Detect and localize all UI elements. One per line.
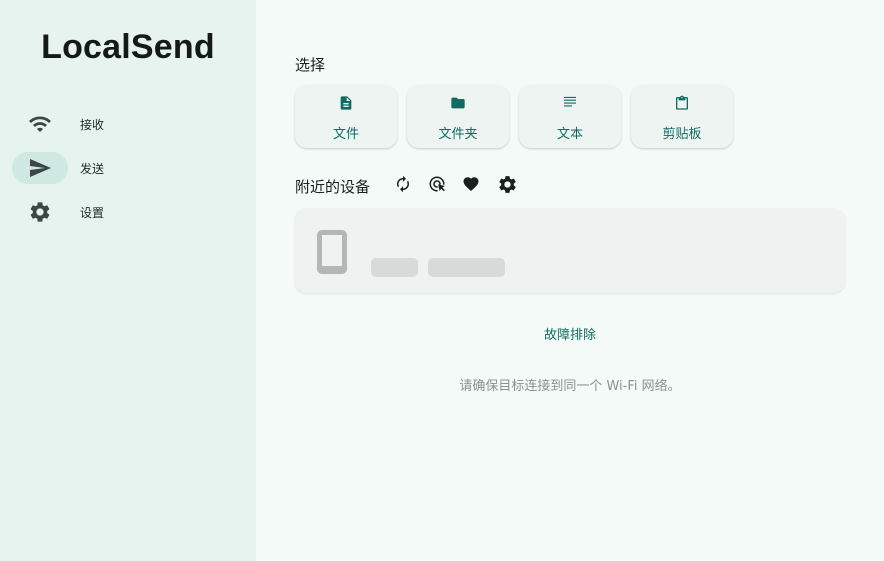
sidebar-item-receive[interactable]: 接收 [12, 108, 242, 142]
device-icon-wrap [317, 230, 347, 274]
sidebar-item-label: 设置 [80, 206, 105, 220]
sidebar-item-send[interactable]: 发送 [12, 152, 242, 186]
pick-folder-button[interactable]: 文件夹 [407, 85, 509, 148]
pick-text-button[interactable]: 文本 [519, 85, 621, 148]
sidebar: LocalSend 接收 发送 设置 [0, 0, 256, 561]
device-placeholder-card [295, 208, 845, 293]
refresh-icon [397, 175, 409, 193]
gear-icon [498, 175, 516, 193]
pick-clipboard-button[interactable]: 剪贴板 [631, 85, 733, 148]
selection-title: 选择 [295, 56, 326, 74]
sidebar-item-label: 发送 [80, 162, 105, 176]
skeleton-chip [371, 258, 418, 277]
troubleshoot-link[interactable]: 故障排除 [0, 324, 884, 343]
phone-icon [317, 230, 347, 274]
clipboard-icon [676, 95, 688, 110]
file-icon [340, 96, 352, 110]
nearby-title: 附近的设备 [295, 178, 371, 196]
nav-pill-active [12, 152, 68, 184]
pick-button-label: 文本 [556, 127, 583, 142]
heart-icon [463, 177, 479, 192]
folder-icon [451, 97, 465, 109]
refresh-button[interactable] [392, 173, 414, 195]
gear-icon [30, 202, 50, 222]
wifi-icon [29, 116, 51, 132]
pick-button-label: 文件 [332, 127, 359, 142]
sidebar-item-label: 接收 [80, 118, 105, 132]
nav-pill [12, 108, 68, 140]
sidebar-item-settings[interactable]: 设置 [12, 196, 242, 230]
skeleton-chip [428, 258, 505, 277]
pick-button-label: 剪贴板 [662, 127, 702, 142]
app-title: LocalSend [41, 28, 215, 66]
nearby-settings-button[interactable] [496, 173, 518, 195]
text-lines-icon [564, 96, 576, 107]
favorites-button[interactable] [460, 173, 482, 195]
nav-pill [12, 196, 68, 228]
scan-target-button[interactable] [426, 173, 448, 195]
target-scan-icon [429, 176, 445, 192]
send-icon [30, 159, 51, 177]
pick-button-label: 文件夹 [438, 127, 478, 142]
pick-file-button[interactable]: 文件 [295, 85, 397, 148]
wifi-hint-text: 请确保目标连接到同一个 Wi-Fi 网络。 [459, 379, 681, 394]
